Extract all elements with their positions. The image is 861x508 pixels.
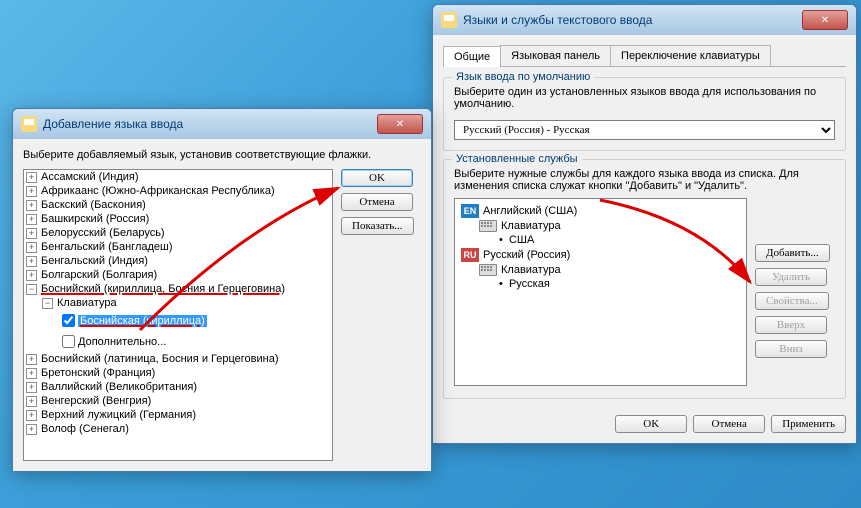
cancel-button[interactable]: Отмена bbox=[693, 415, 765, 433]
en-badge: EN bbox=[461, 204, 479, 218]
expand-icon[interactable] bbox=[26, 270, 37, 281]
tab-language-bar[interactable]: Языковая панель bbox=[500, 45, 611, 66]
close-icon[interactable]: ✕ bbox=[802, 10, 848, 30]
tree-row[interactable]: Валлийский (Великобритания) bbox=[24, 380, 332, 394]
delete-button[interactable]: Удалить bbox=[755, 268, 827, 286]
tree-row[interactable]: Боснийский (латиница, Босния и Герцегови… bbox=[24, 352, 332, 366]
keyboard-icon bbox=[479, 220, 497, 232]
titlebar[interactable]: Добавление языка ввода ✕ bbox=[13, 109, 431, 139]
tree-row[interactable]: Африкаанс (Южно-Африканская Республика) bbox=[24, 184, 332, 198]
dialog-buttons: OK Отмена Применить bbox=[443, 407, 846, 433]
default-language-text: Выберите один из установленных языков вв… bbox=[454, 86, 835, 110]
expand-icon[interactable] bbox=[26, 242, 37, 253]
show-button[interactable]: Показать... bbox=[341, 217, 414, 235]
tree-row[interactable]: Баскский (Баскония) bbox=[24, 198, 332, 212]
tabs: Общие Языковая панель Переключение клави… bbox=[443, 45, 846, 67]
text-services-window: Языки и службы текстового ввода ✕ Общие … bbox=[432, 4, 857, 444]
default-language-group: Язык ввода по умолчанию Выберите один из… bbox=[443, 77, 846, 151]
expand-icon[interactable] bbox=[26, 200, 37, 211]
window-icon bbox=[441, 12, 457, 28]
services-tree[interactable]: ENАнглийский (США) Клавиатура • США RUРу… bbox=[454, 198, 747, 386]
expand-icon[interactable] bbox=[26, 214, 37, 225]
tree-row[interactable]: Болгарский (Болгария) bbox=[24, 268, 332, 282]
expand-icon[interactable] bbox=[26, 424, 37, 435]
expand-icon[interactable] bbox=[26, 382, 37, 393]
installed-services-group: Установленные службы Выберите нужные слу… bbox=[443, 159, 846, 399]
kb-node: Клавиатура bbox=[459, 263, 742, 277]
up-button[interactable]: Вверх bbox=[755, 316, 827, 334]
tree-row[interactable]: Бенгальский (Бангладеш) bbox=[24, 240, 332, 254]
tree-row[interactable]: Белорусский (Беларусь) bbox=[24, 226, 332, 240]
cancel-button[interactable]: Отмена bbox=[341, 193, 413, 211]
expand-icon[interactable] bbox=[26, 396, 37, 407]
window-title: Языки и службы текстового ввода bbox=[463, 13, 652, 27]
instruction-text: Выберите добавляемый язык, установив соо… bbox=[23, 149, 421, 161]
tree-row[interactable]: Верхний лужицкий (Германия) bbox=[24, 408, 332, 422]
collapse-icon[interactable] bbox=[42, 298, 53, 309]
tab-general[interactable]: Общие bbox=[443, 46, 501, 67]
expand-icon[interactable] bbox=[26, 256, 37, 267]
tree-row[interactable]: Бенгальский (Индия) bbox=[24, 254, 332, 268]
collapse-icon[interactable] bbox=[26, 284, 37, 295]
properties-button[interactable]: Свойства... bbox=[755, 292, 829, 310]
tree-row[interactable]: Ассамский (Индия) bbox=[24, 170, 332, 184]
tab-key-switch[interactable]: Переключение клавиатуры bbox=[610, 45, 771, 66]
layout-us[interactable]: • США bbox=[459, 233, 742, 247]
tree-row[interactable]: Волоф (Сенегал) bbox=[24, 422, 332, 436]
lang-ru[interactable]: RUРусский (Россия) bbox=[459, 247, 742, 263]
tree-row[interactable]: Боснийская (кириллица) bbox=[24, 310, 332, 331]
expand-icon[interactable] bbox=[26, 410, 37, 421]
window-icon bbox=[21, 116, 37, 132]
installed-services-text: Выберите нужные службы для каждого языка… bbox=[454, 168, 835, 192]
tree-row[interactable]: Бретонский (Франция) bbox=[24, 366, 332, 380]
down-button[interactable]: Вниз bbox=[755, 340, 827, 358]
expand-icon[interactable] bbox=[26, 368, 37, 379]
apply-button[interactable]: Применить bbox=[771, 415, 846, 433]
layout-ru[interactable]: • Русская bbox=[459, 277, 742, 291]
lang-en[interactable]: ENАнглийский (США) bbox=[459, 203, 742, 219]
legend: Установленные службы bbox=[452, 153, 582, 165]
layout-checkbox[interactable] bbox=[62, 314, 75, 327]
keyboard-icon bbox=[479, 264, 497, 276]
tree-row[interactable]: Клавиатура bbox=[24, 296, 332, 310]
expand-icon[interactable] bbox=[26, 228, 37, 239]
add-input-language-window: Добавление языка ввода ✕ Выберите добавл… bbox=[12, 108, 432, 472]
tree-row[interactable]: Венгерский (Венгрия) bbox=[24, 394, 332, 408]
kb-node: Клавиатура bbox=[459, 219, 742, 233]
ru-badge: RU bbox=[461, 248, 479, 262]
expand-icon[interactable] bbox=[26, 172, 37, 183]
tree-row[interactable]: Боснийский (кириллица, Босния и Герцегов… bbox=[24, 282, 332, 296]
ok-button[interactable]: OK bbox=[615, 415, 687, 433]
tree-row[interactable]: Дополнительно... bbox=[24, 331, 332, 352]
titlebar[interactable]: Языки и службы текстового ввода ✕ bbox=[433, 5, 856, 35]
ok-button[interactable]: OK bbox=[341, 169, 413, 187]
add-button[interactable]: Добавить... bbox=[755, 244, 830, 262]
language-tree[interactable]: Ассамский (Индия)Африкаанс (Южно-Африкан… bbox=[23, 169, 333, 461]
layout-checkbox[interactable] bbox=[62, 335, 75, 348]
expand-icon[interactable] bbox=[26, 186, 37, 197]
close-icon[interactable]: ✕ bbox=[377, 114, 423, 134]
tree-row[interactable]: Башкирский (Россия) bbox=[24, 212, 332, 226]
expand-icon[interactable] bbox=[26, 354, 37, 365]
legend: Язык ввода по умолчанию bbox=[452, 71, 594, 83]
default-language-select[interactable]: Русский (Россия) - Русская bbox=[454, 120, 835, 140]
window-title: Добавление языка ввода bbox=[43, 117, 183, 131]
